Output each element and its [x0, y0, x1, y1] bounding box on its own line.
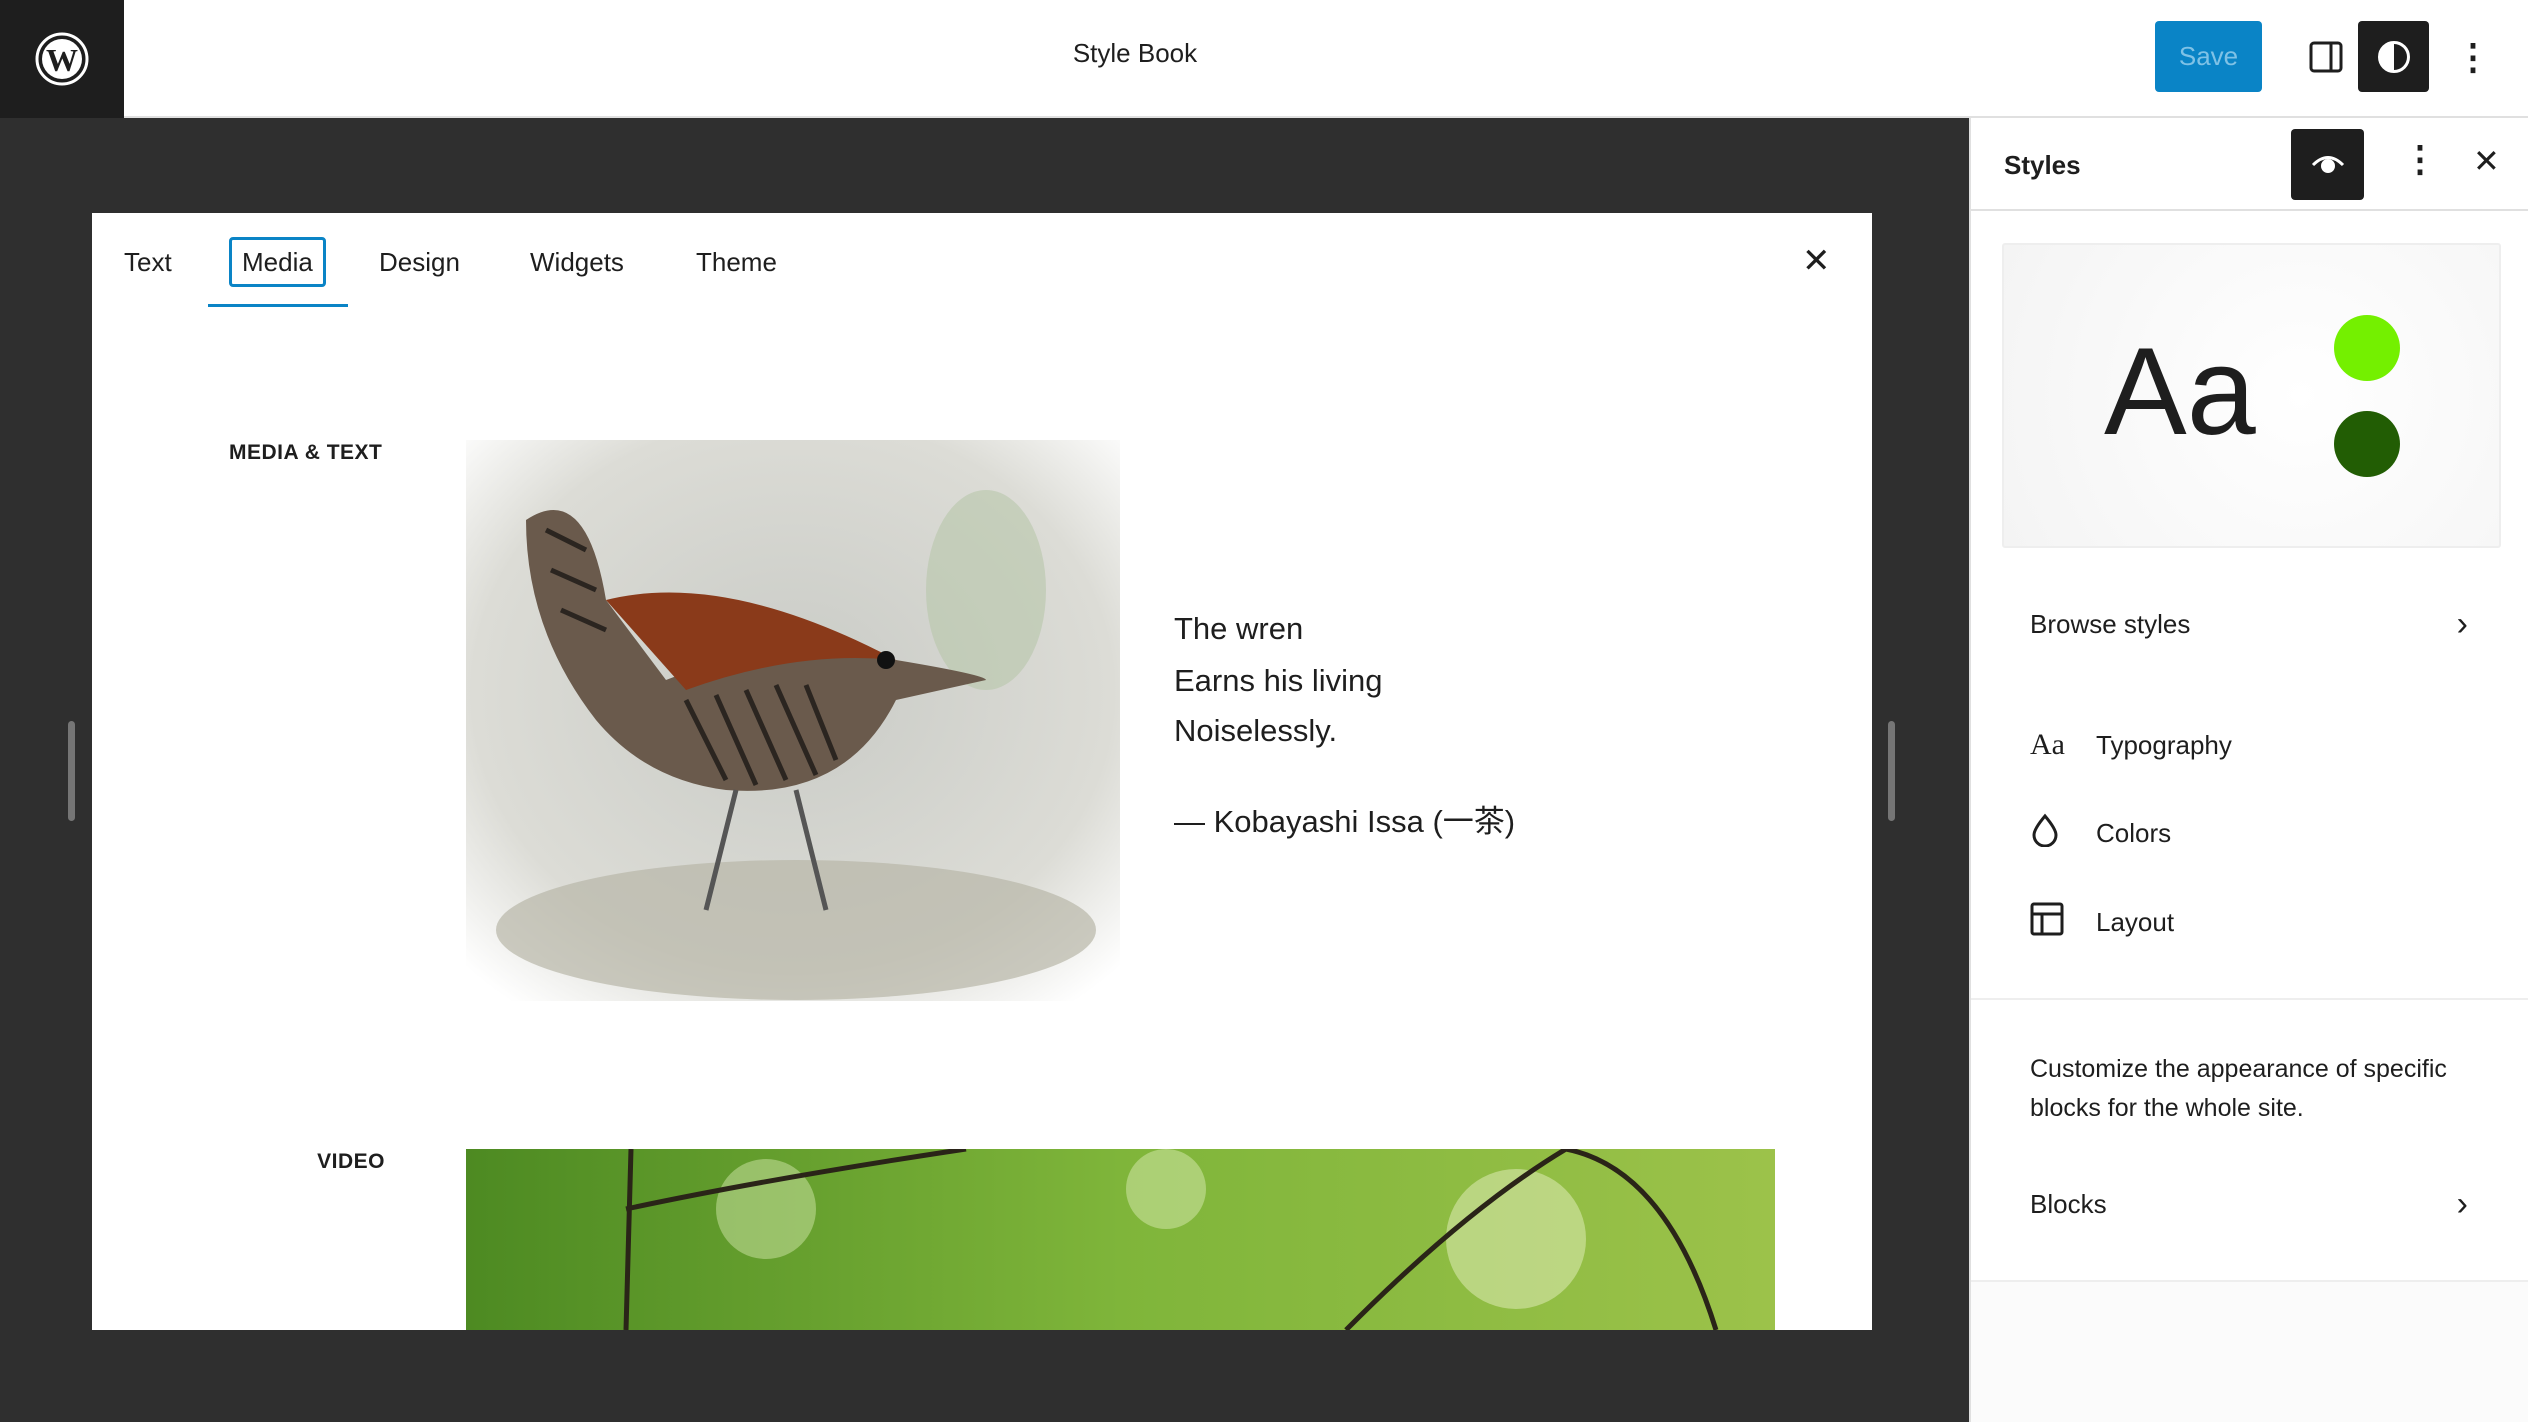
poem-attribution: — Kobayashi Issa (一茶): [1174, 804, 1516, 839]
tab-media[interactable]: Media: [229, 237, 326, 287]
resize-handle-right[interactable]: [1888, 721, 1895, 821]
sidebar-toggle-button[interactable]: [2290, 21, 2361, 92]
close-style-book-button[interactable]: ✕: [1802, 241, 1831, 281]
blocks-label: Blocks: [2030, 1188, 2107, 1219]
sidebar-options-button[interactable]: ⋮: [2402, 138, 2438, 180]
nav-item-label: Typography: [2096, 729, 2232, 760]
style-book-panel: Text Media Design Widgets Theme ✕ MEDIA …: [92, 213, 1872, 1330]
sidebar-title: Styles: [2004, 150, 2081, 180]
more-vertical-icon: ⋮: [2455, 35, 2491, 77]
close-icon: ✕: [2473, 143, 2500, 179]
video-player[interactable]: [466, 1149, 1775, 1330]
contrast-icon: [2377, 40, 2410, 73]
layout-icon: [2030, 902, 2096, 943]
browse-styles-button[interactable]: Browse styles ›: [2030, 604, 2468, 643]
nav-item-label: Layout: [2096, 906, 2175, 937]
chevron-right-icon: ›: [2456, 604, 2468, 643]
close-icon: ✕: [1802, 242, 1831, 280]
style-book-toggle-button[interactable]: [2291, 129, 2364, 200]
nav-item-layout[interactable]: Layout: [2030, 902, 2468, 943]
nav-item-typography[interactable]: Aa Typography: [2030, 727, 2468, 763]
tab-theme[interactable]: Theme: [686, 237, 787, 287]
poem-line: Earns his living: [1174, 663, 1383, 698]
eye-icon: [2311, 155, 2344, 173]
nav-item-colors[interactable]: Colors: [2030, 813, 2468, 854]
sidebar-toggle-icon: [2309, 41, 2342, 72]
sidebar-footer-area: [1971, 1280, 2528, 1422]
tab-text[interactable]: Text: [114, 237, 182, 287]
divider: [1971, 998, 2528, 1000]
active-tab-indicator: [208, 304, 348, 307]
blocks-description: Customize the appearance of specific blo…: [2030, 1055, 2447, 1122]
typography-icon: Aa: [2030, 728, 2065, 761]
blocks-button[interactable]: Blocks ›: [2030, 1184, 2468, 1223]
more-vertical-icon: ⋮: [2402, 138, 2438, 179]
preview-color-swatch-secondary: [2334, 411, 2400, 477]
close-sidebar-button[interactable]: ✕: [2473, 142, 2500, 180]
style-preview-card[interactable]: Aa: [2002, 243, 2501, 548]
droplet-icon: [2030, 813, 2096, 854]
nav-item-label: Colors: [2096, 817, 2172, 848]
tab-design[interactable]: Design: [369, 237, 470, 287]
tab-widgets[interactable]: Widgets: [520, 237, 634, 287]
styles-sidebar: Styles ⋮ ✕ Aa Browse styles › Aa Typogra…: [1969, 118, 2528, 1422]
save-button[interactable]: Save: [2155, 21, 2262, 92]
page-title: Style Book: [1072, 38, 1198, 68]
section-label-media-text: MEDIA & TEXT: [229, 441, 383, 464]
poem-line: Noiselessly.: [1174, 713, 1338, 748]
browse-styles-label: Browse styles: [2030, 608, 2191, 639]
poem-line: The wren: [1174, 611, 1304, 646]
sidebar-header: Styles ⋮ ✕: [1971, 118, 2528, 211]
preview-color-swatch-primary: [2334, 315, 2400, 381]
preview-typography-sample: Aa: [2104, 323, 2256, 461]
options-button[interactable]: ⋮: [2450, 21, 2496, 92]
resize-handle-left[interactable]: [68, 721, 75, 821]
styles-button[interactable]: [2358, 21, 2429, 92]
wren-illustration-image: [466, 440, 1120, 1001]
top-bar: W Style Book Save ⋮: [0, 0, 2528, 118]
chevron-right-icon: ›: [2456, 1184, 2468, 1223]
section-label-video: VIDEO: [317, 1150, 385, 1173]
